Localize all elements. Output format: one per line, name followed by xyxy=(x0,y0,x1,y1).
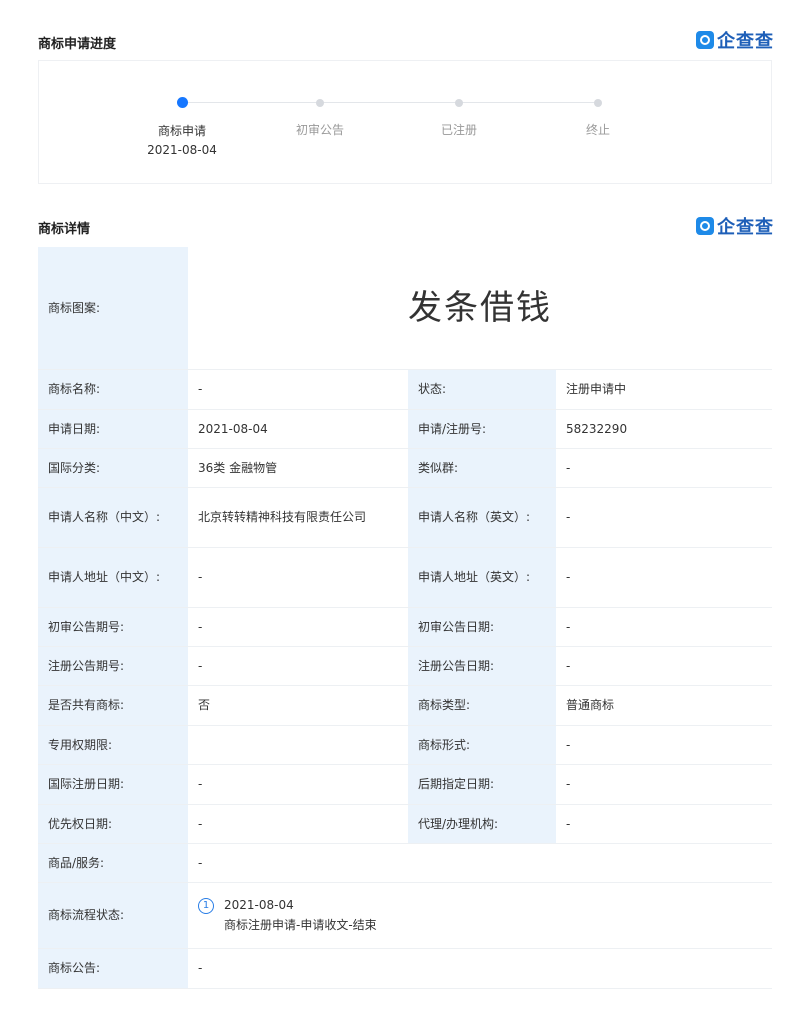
table-row: 注册公告期号: - 注册公告日期: - xyxy=(38,646,773,686)
field-label: 国际注册日期: xyxy=(38,764,188,805)
qichacha-logo-icon xyxy=(696,217,714,235)
field-label: 申请人名称（英文）: xyxy=(408,487,556,548)
flow-status-cell: 1 2021-08-04 商标注册申请-申请收文-结束 xyxy=(188,882,773,949)
field-value: 36类 金融物管 xyxy=(188,448,408,488)
field-value: 2021-08-04 xyxy=(188,409,408,449)
table-row: 国际分类: 36类 金融物管 类似群: - xyxy=(38,448,773,488)
step-label: 商标申请 xyxy=(157,124,206,138)
field-label: 状态: xyxy=(408,369,556,410)
field-value: 58232290 xyxy=(556,409,773,449)
field-label: 申请人名称（中文）: xyxy=(38,487,188,548)
table-row: 申请人地址（中文）: - 申请人地址（英文）: - xyxy=(38,547,773,608)
step-date: 2021-08-04 xyxy=(147,143,217,157)
flow-status-entry: 1 2021-08-04 xyxy=(198,895,762,915)
table-row: 商品/服务: - xyxy=(38,843,773,883)
table-row: 申请人名称（中文）: 北京转转精神科技有限责任公司 申请人名称（英文）: - xyxy=(38,487,773,548)
field-value: - xyxy=(556,804,773,844)
table-row: 商标图案: 发条借钱 xyxy=(38,247,773,370)
field-value: - xyxy=(188,843,408,883)
field-label: 类似群: xyxy=(408,448,556,488)
step-dot-active-icon xyxy=(176,97,188,108)
field-label: 商标流程状态: xyxy=(38,882,188,949)
field-value: 普通商标 xyxy=(556,685,773,726)
step-label: 终止 xyxy=(585,123,610,137)
table-row: 国际注册日期: - 后期指定日期: - xyxy=(38,764,773,805)
qichacha-logo[interactable]: 企查查 xyxy=(696,27,774,53)
qichacha-logo-text: 企查查 xyxy=(717,217,774,238)
empty-cell xyxy=(408,843,773,883)
field-label: 商标图案: xyxy=(38,247,188,370)
step-label: 初审公告 xyxy=(295,123,344,137)
field-value: - xyxy=(188,607,408,647)
field-label: 是否共有商标: xyxy=(38,685,188,726)
field-value: 否 xyxy=(188,685,408,726)
table-row: 专用权期限: 商标形式: - xyxy=(38,725,773,765)
qichacha-logo[interactable]: 企查查 xyxy=(696,213,774,239)
field-value: - xyxy=(556,725,773,765)
field-value: - xyxy=(188,804,408,844)
field-label: 专用权期限: xyxy=(38,725,188,765)
table-row: 商标名称: - 状态: 注册申请中 xyxy=(38,369,773,410)
field-label: 优先权日期: xyxy=(38,804,188,844)
field-label: 商品/服务: xyxy=(38,843,188,883)
field-label: 申请/注册号: xyxy=(408,409,556,449)
field-value: - xyxy=(556,646,773,686)
qichacha-logo-text: 企查查 xyxy=(717,31,774,52)
field-value: - xyxy=(556,448,773,488)
field-value xyxy=(188,725,408,765)
field-value: - xyxy=(188,646,408,686)
field-label: 商标类型: xyxy=(408,685,556,726)
table-row: 商标公告: - xyxy=(38,948,773,989)
field-label: 申请人地址（中文）: xyxy=(38,547,188,608)
field-label: 商标公告: xyxy=(38,948,188,989)
flow-status-date: 2021-08-04 xyxy=(224,898,294,912)
field-label: 注册公告日期: xyxy=(408,646,556,686)
flow-status-description: 商标注册申请-申请收文-结束 xyxy=(224,918,377,932)
step-preliminary-announcement: 初审公告 xyxy=(250,97,390,138)
table-row: 初审公告期号: - 初审公告日期: - xyxy=(38,607,773,647)
field-value: - xyxy=(556,487,773,548)
field-value: - xyxy=(556,764,773,805)
step-dot-icon xyxy=(455,99,463,107)
field-label: 商标形式: xyxy=(408,725,556,765)
field-label: 后期指定日期: xyxy=(408,764,556,805)
table-row: 是否共有商标: 否 商标类型: 普通商标 xyxy=(38,685,773,726)
field-label: 国际分类: xyxy=(38,448,188,488)
field-value: - xyxy=(188,547,408,608)
field-label: 代理/办理机构: xyxy=(408,804,556,844)
field-value: - xyxy=(188,369,408,410)
step-dot-icon xyxy=(594,99,602,107)
step-terminated: 终止 xyxy=(528,97,668,138)
field-value: - xyxy=(188,948,773,989)
step-registered: 已注册 xyxy=(389,97,529,138)
table-row: 商标流程状态: 1 2021-08-04 商标注册申请-申请收文-结束 xyxy=(38,882,773,949)
field-label: 注册公告期号: xyxy=(38,646,188,686)
progress-section-title: 商标申请进度 xyxy=(38,37,117,52)
field-label: 初审公告日期: xyxy=(408,607,556,647)
trademark-detail-table: 商标图案: 发条借钱 商标名称: - 状态: 注册申请中 申请日期: 2021-… xyxy=(38,247,773,989)
applicant-company-link[interactable]: 北京转转精神科技有限责任公司 xyxy=(188,487,408,548)
field-value: - xyxy=(556,547,773,608)
qichacha-logo-icon xyxy=(696,31,714,49)
progress-panel: 商标申请 2021-08-04 初审公告 已注册 终止 xyxy=(38,60,772,184)
field-label: 商标名称: xyxy=(38,369,188,410)
field-value: - xyxy=(556,607,773,647)
step-label: 已注册 xyxy=(440,123,477,137)
table-row: 优先权日期: - 代理/办理机构: - xyxy=(38,804,773,844)
table-row: 申请日期: 2021-08-04 申请/注册号: 58232290 xyxy=(38,409,773,449)
status-badge: 注册申请中 xyxy=(556,369,773,410)
field-value: - xyxy=(188,764,408,805)
flow-step-number-icon: 1 xyxy=(198,897,214,914)
field-label: 初审公告期号: xyxy=(38,607,188,647)
step-trademark-application: 商标申请 2021-08-04 xyxy=(112,97,252,157)
field-label: 申请人地址（英文）: xyxy=(408,547,556,608)
step-dot-icon xyxy=(316,99,324,107)
detail-section-title: 商标详情 xyxy=(38,222,91,237)
field-label: 申请日期: xyxy=(38,409,188,449)
trademark-image-text: 发条借钱 xyxy=(188,247,773,370)
